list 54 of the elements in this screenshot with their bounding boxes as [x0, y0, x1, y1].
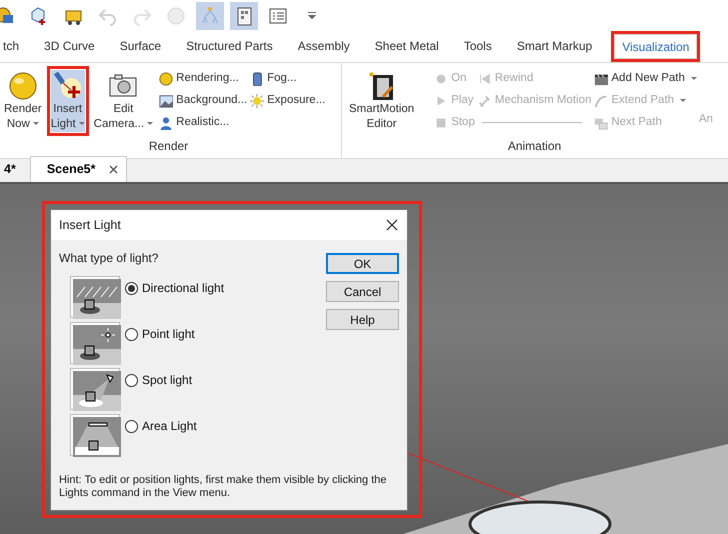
- point-light-icon: [73, 325, 121, 365]
- ribbon-button[interactable]: Exposure...: [250, 91, 326, 110]
- close-icon: [386, 219, 398, 231]
- rewind-icon: [478, 72, 492, 86]
- ribbon-tab[interactable]: Smart Markup: [510, 32, 598, 62]
- ribbon-tab[interactable]: Visualization: [611, 31, 700, 62]
- hint-text: Hint: To edit or position lights, first make them visible by clicking the Lights command in the View menu.: [59, 474, 388, 500]
- dialog-button[interactable]: Cancel: [326, 281, 399, 302]
- dialog-button[interactable]: OK: [326, 253, 399, 274]
- ribbon-button[interactable]: Background...: [159, 91, 248, 110]
- spot-light-icon: [73, 371, 121, 411]
- ribbon-tab[interactable]: Surface: [114, 32, 168, 62]
- ribbon-tab[interactable]: 3D Curve: [38, 32, 101, 62]
- curve-icon: [594, 94, 608, 108]
- ribbon-button[interactable]: Insert Light: [46, 66, 89, 136]
- radio-option[interactable]: Directional light: [125, 279, 224, 297]
- dropdown-caret-icon: [308, 12, 316, 19]
- path-icon: [594, 116, 608, 130]
- radio-option[interactable]: Point light: [125, 325, 195, 343]
- person-icon: [159, 116, 174, 130]
- picture-icon: [159, 94, 174, 108]
- ball-icon: [159, 72, 174, 86]
- ribbon-button[interactable]: Render Now: [0, 66, 46, 136]
- ribbon-button[interactable]: Realistic...: [159, 113, 248, 132]
- cylinder-icon: [250, 72, 264, 86]
- ribbon-tab[interactable]: Sheet Metal: [368, 32, 445, 62]
- dialog-button[interactable]: Help: [326, 309, 399, 330]
- radio-option[interactable]: Area Light: [125, 417, 197, 435]
- dialog-title: Insert Light: [59, 216, 121, 234]
- prompt-label: What type of light?: [59, 250, 160, 267]
- radio-option[interactable]: Spot light: [125, 371, 192, 389]
- panel-button[interactable]: [230, 2, 258, 30]
- group-label: Render: [148, 138, 190, 155]
- directional-light-icon: [73, 279, 121, 319]
- stop-icon: [434, 116, 448, 130]
- area-light-icon: [73, 417, 121, 457]
- sphere-icon: [6, 70, 39, 102]
- group-label: Animation: [506, 138, 562, 155]
- ribbon-button[interactable]: SmartMotion Editor: [345, 66, 418, 136]
- ribbon-button[interactable]: Edit Camera...: [90, 66, 158, 136]
- clapperboard-icon: [594, 72, 608, 86]
- ribbon-tab[interactable]: Assembly: [292, 32, 356, 62]
- wrench-icon: [478, 94, 492, 108]
- ribbon-button[interactable]: Fog...: [250, 69, 326, 88]
- ribbon-tab[interactable]: Tools: [458, 32, 498, 62]
- ribbon-button[interactable]: Rendering...: [159, 69, 248, 88]
- ribbon-button[interactable]: Add New Path: [594, 69, 697, 88]
- ribbon-tab[interactable]: Structured Parts: [180, 32, 279, 62]
- sphere-icon: [165, 4, 187, 26]
- sun-icon: [250, 94, 264, 108]
- dot-icon: [434, 72, 448, 86]
- ribbon-tab[interactable]: tch: [0, 32, 26, 62]
- document-tab[interactable]: Scene5*: [30, 156, 128, 182]
- document-tab[interactable]: 4*: [0, 157, 24, 182]
